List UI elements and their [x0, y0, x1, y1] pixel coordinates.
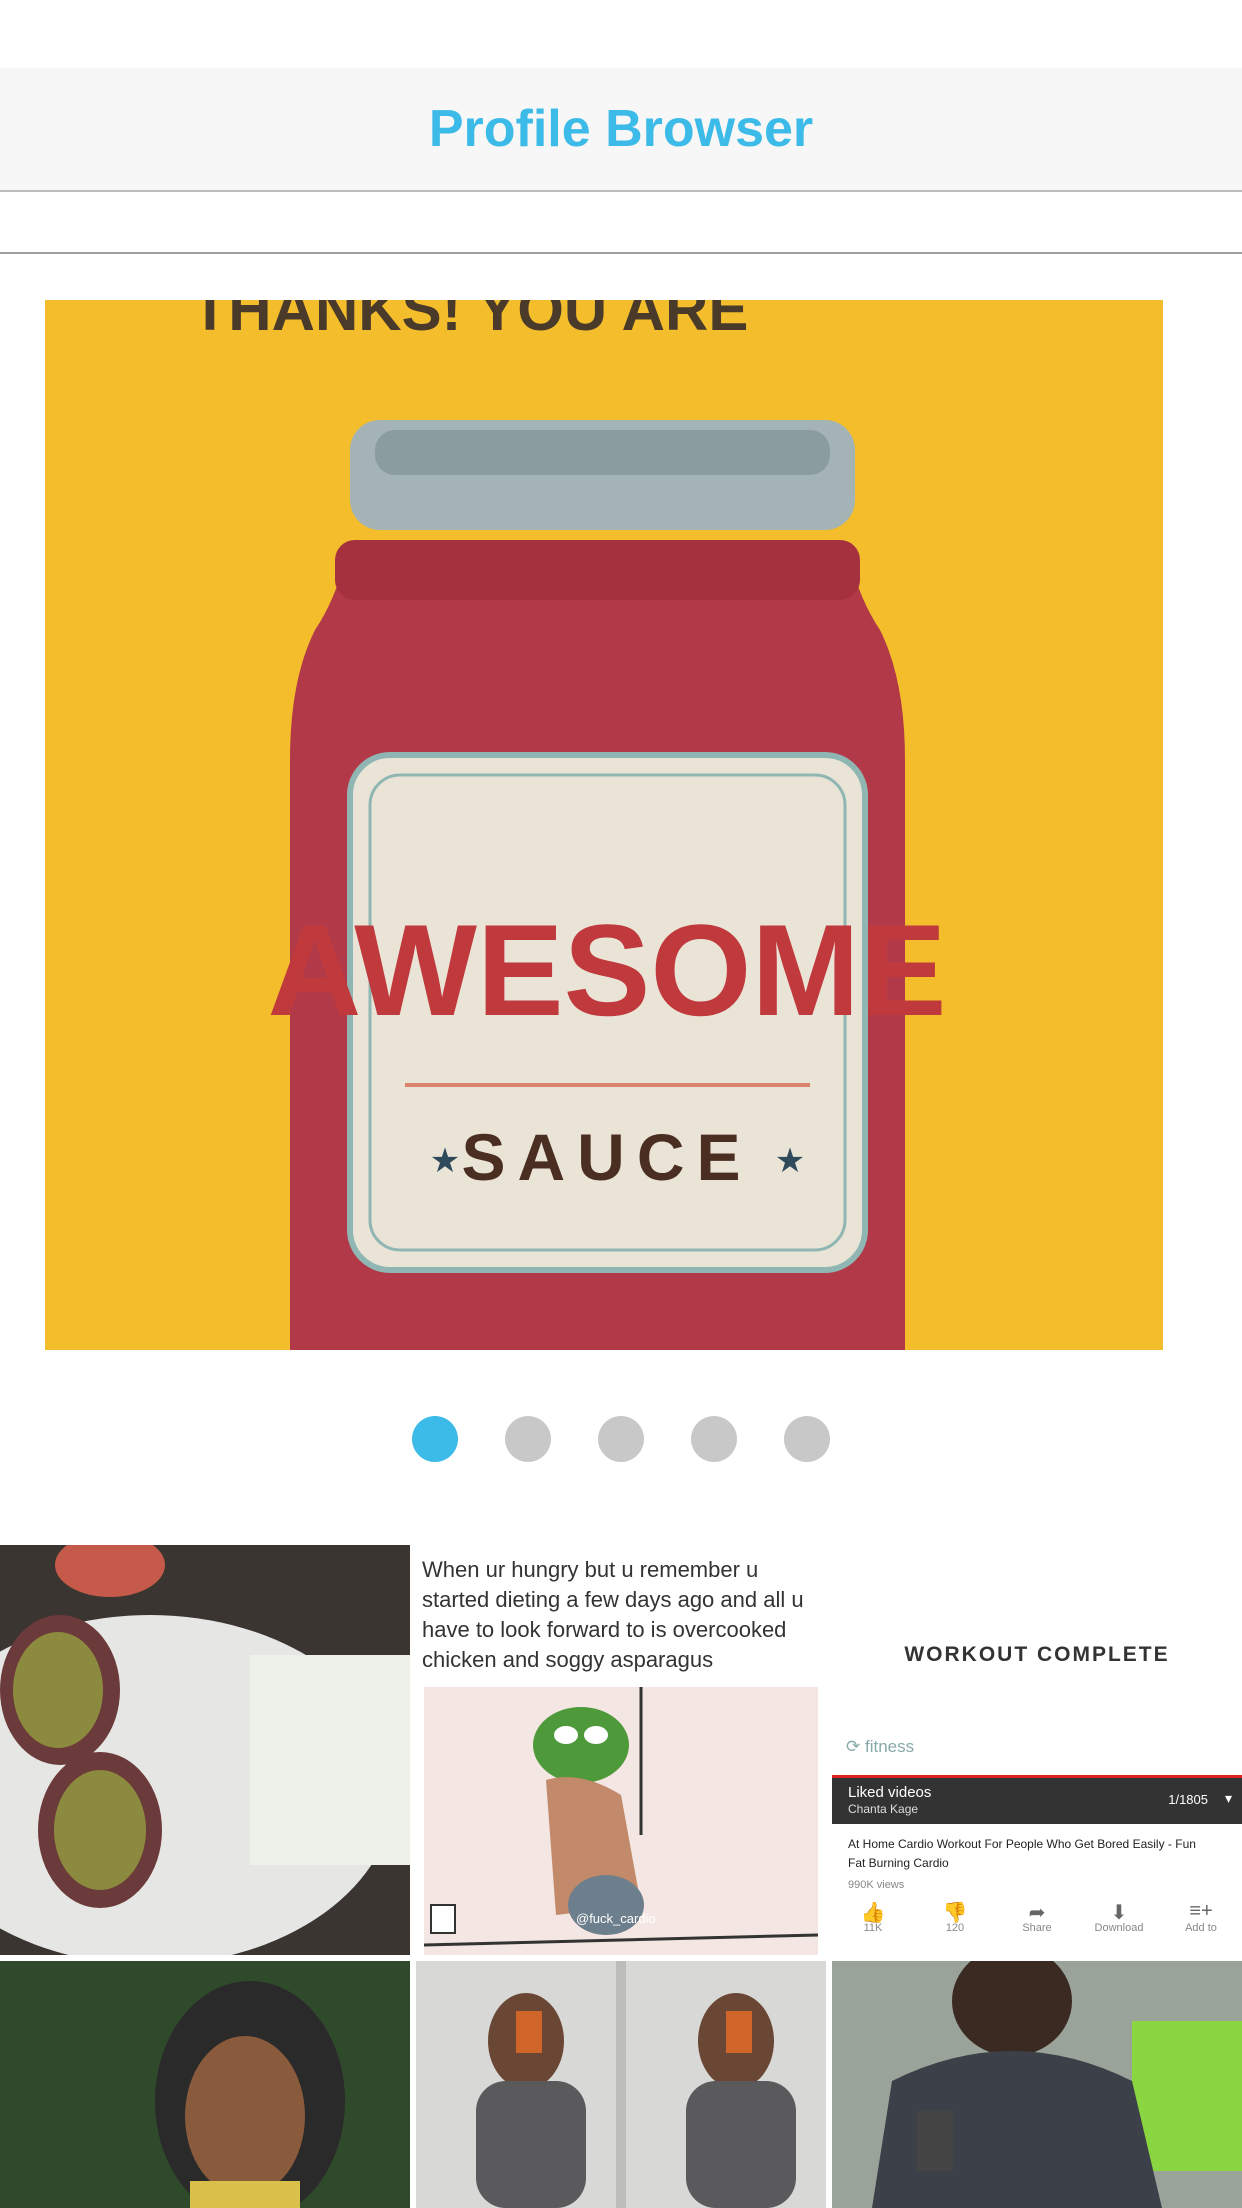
grid-photo-portrait[interactable] — [0, 1961, 410, 2208]
playlist-bar: Liked videos Chanta Kage 1/1805 ▾ — [832, 1775, 1242, 1824]
fitness-brand: ⟳ fitness — [846, 1737, 915, 1756]
gym-selfie-photo — [832, 1961, 1242, 2208]
playlist-owner: Chanta Kage — [848, 1802, 919, 1816]
playlist-position: 1/1805 — [1168, 1792, 1208, 1807]
share-icon: ➦ — [1028, 1902, 1046, 1924]
workout-title: WORKOUT COMPLETE — [904, 1643, 1170, 1666]
meme-watermark: @fuck_cardio — [576, 1911, 656, 1926]
svg-text:★: ★ — [430, 1142, 460, 1180]
like-action: 👍 11K — [843, 1900, 903, 1950]
mirror-selfie-photo — [416, 1961, 826, 2208]
video-actions: 👍 11K 👎 120 ➦ Share ⬇ Download ≡+ Add to — [832, 1900, 1242, 1950]
page-dot-1[interactable] — [412, 1416, 458, 1462]
video-title: At Home Cardio Workout For People Who Ge… — [848, 1837, 1196, 1870]
navigation-bar: Profile Browser — [0, 68, 1242, 192]
hero-jar-subtitle: SAUCE — [461, 1120, 752, 1194]
page-dot-4[interactable] — [691, 1416, 737, 1462]
video-views: 990K views — [848, 1879, 905, 1891]
page-dot-5[interactable] — [784, 1416, 830, 1462]
grid-photo-meme[interactable]: When ur hungry but u remember u started … — [416, 1545, 826, 1955]
fitness-logo-icon: ⟳ — [846, 1737, 861, 1756]
svg-text:★: ★ — [775, 1142, 805, 1180]
frog-meme-illustration — [423, 1687, 819, 1955]
share-action: ➦ Share — [1007, 1900, 1067, 1950]
download-action: ⬇ Download — [1089, 1900, 1149, 1950]
hero-top-text: THANKS! YOU ARE — [192, 300, 749, 343]
add-to-icon: ≡+ — [1189, 1900, 1213, 1922]
thumbs-up-icon: 👍 — [860, 1902, 886, 1924]
hero-image[interactable]: THANKS! YOU ARE AWESOME SAUCE ★ ★ — [45, 300, 1163, 1350]
page-dot-2[interactable] — [505, 1416, 551, 1462]
portrait-photo — [0, 1961, 410, 2208]
playlist-label: Liked videos — [848, 1784, 932, 1801]
grid-photo-passion-fruit[interactable] — [0, 1545, 410, 1955]
download-icon: ⬇ — [1110, 1902, 1128, 1924]
thumbs-down-icon: 👎 — [942, 1902, 968, 1924]
grid-photo-gym-selfie[interactable] — [832, 1961, 1242, 2208]
carousel-page-indicator — [0, 1416, 1242, 1462]
passion-fruit-photo — [0, 1545, 410, 1955]
grid-photo-mirror-selfie[interactable] — [416, 1961, 826, 2208]
page-title: Profile Browser — [428, 100, 814, 158]
hero-jar-title: AWESOME — [268, 897, 947, 1043]
add-to-action: ≡+ Add to — [1171, 1900, 1231, 1950]
awesome-sauce-jar-illustration: THANKS! YOU ARE AWESOME SAUCE ★ ★ — [45, 300, 1163, 1350]
grid-photo-workout[interactable]: WORKOUT COMPLETE ⟳ fitness Liked videos … — [832, 1545, 1242, 1955]
page-dot-3[interactable] — [598, 1416, 644, 1462]
chevron-down-icon: ▾ — [1224, 1790, 1232, 1806]
sub-toolbar — [0, 192, 1242, 254]
dislike-action: 👎 120 — [925, 1900, 985, 1950]
